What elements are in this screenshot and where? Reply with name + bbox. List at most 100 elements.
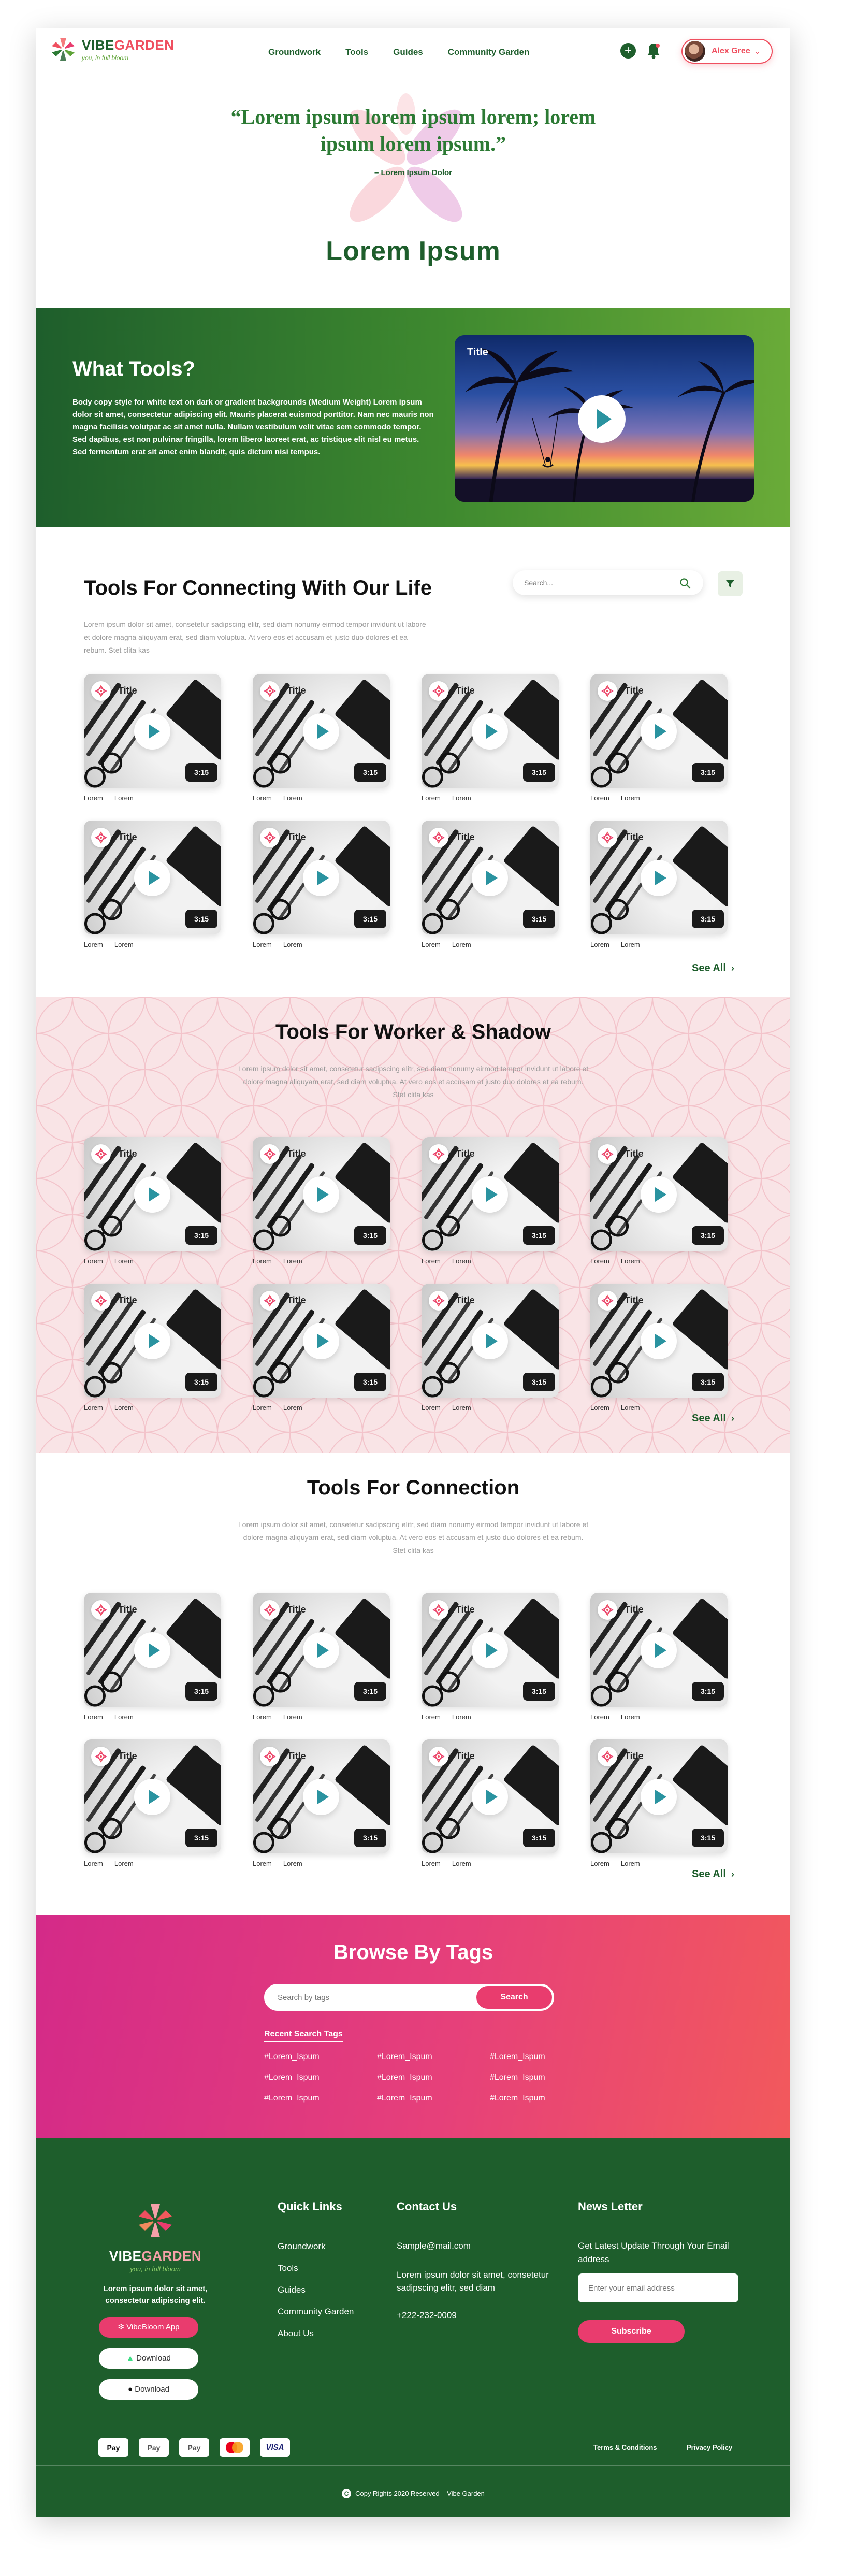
- tool-card-title: Title: [625, 832, 644, 842]
- tool-card[interactable]: Title 3:15 Lorem Lorem: [590, 821, 728, 948]
- tool-card[interactable]: Title 3:15 Lorem Lorem: [84, 1284, 221, 1412]
- tool-card[interactable]: Title 3:15 Lorem Lorem: [84, 674, 221, 802]
- brand-logo[interactable]: VIBEGARDEN you, in full bloom: [49, 35, 174, 64]
- terms-link[interactable]: Terms & Conditions: [593, 2443, 657, 2451]
- tool-card[interactable]: Title 3:15 Lorem Lorem: [422, 1284, 559, 1412]
- play-icon[interactable]: [472, 1323, 508, 1359]
- section-title: Tools For Worker & Shadow: [275, 1020, 551, 1043]
- tool-card[interactable]: Title 3:15 Lorem Lorem: [422, 821, 559, 948]
- add-button[interactable]: +: [620, 43, 636, 59]
- nav-link-guides[interactable]: Guides: [393, 47, 423, 57]
- play-icon[interactable]: [303, 1779, 339, 1815]
- play-icon[interactable]: [303, 1176, 339, 1213]
- page-frame: VIBEGARDEN you, in full bloom Groundwork…: [36, 28, 790, 2517]
- tag-search-button[interactable]: Search: [476, 1986, 552, 2009]
- play-icon[interactable]: [641, 713, 677, 750]
- tag-link[interactable]: #Lorem_Ispum: [264, 2073, 377, 2082]
- see-all-label: See All: [692, 1868, 726, 1880]
- tool-card-meta: Lorem Lorem: [84, 1257, 134, 1265]
- footer-link-guides[interactable]: Guides: [278, 2285, 354, 2295]
- tool-card[interactable]: Title 3:15 Lorem Lorem: [253, 1137, 390, 1265]
- nav-link-groundwork[interactable]: Groundwork: [268, 47, 321, 57]
- nav-link-community-garden[interactable]: Community Garden: [448, 47, 530, 57]
- play-icon[interactable]: [472, 1632, 508, 1668]
- play-icon[interactable]: [472, 1176, 508, 1213]
- tool-card[interactable]: Title 3:15 Lorem Lorem: [253, 1739, 390, 1867]
- play-icon[interactable]: [134, 1632, 170, 1668]
- tag-link[interactable]: #Lorem_Ispum: [377, 2073, 490, 2082]
- play-icon[interactable]: [134, 1779, 170, 1815]
- play-icon[interactable]: [134, 860, 170, 896]
- see-all-link[interactable]: See All ›: [692, 1868, 734, 1880]
- tool-card[interactable]: Title 3:15 Lorem Lorem: [422, 1593, 559, 1721]
- play-icon[interactable]: [641, 1176, 677, 1213]
- tag-link[interactable]: #Lorem_Ispum: [490, 2094, 603, 2103]
- play-icon[interactable]: [472, 1779, 508, 1815]
- tool-card[interactable]: Title 3:15 Lorem Lorem: [253, 821, 390, 948]
- play-icon[interactable]: [134, 1176, 170, 1213]
- tool-card[interactable]: Title 3:15 Lorem Lorem: [590, 1137, 728, 1265]
- see-all-link[interactable]: See All ›: [692, 1413, 734, 1424]
- meta-label: Lorem: [84, 1860, 103, 1867]
- tool-card[interactable]: Title 3:15 Lorem Lorem: [253, 1593, 390, 1721]
- contact-phone[interactable]: +222-232-0009: [397, 2309, 457, 2322]
- tag-link[interactable]: #Lorem_Ispum: [264, 2094, 377, 2103]
- tool-card[interactable]: Title 3:15 Lorem Lorem: [590, 1284, 728, 1412]
- privacy-link[interactable]: Privacy Policy: [687, 2443, 732, 2451]
- search-input[interactable]: [524, 570, 669, 595]
- tool-card[interactable]: Title 3:15 Lorem Lorem: [590, 1739, 728, 1867]
- footer-logo[interactable]: VIBEGARDEN you, in full bloom: [98, 2200, 212, 2273]
- tag-link[interactable]: #Lorem_Ispum: [264, 2052, 377, 2062]
- play-icon[interactable]: [303, 860, 339, 896]
- contact-email[interactable]: Sample@mail.com: [397, 2239, 471, 2252]
- tool-card[interactable]: Title 3:15 Lorem Lorem: [590, 674, 728, 802]
- footer-link-tools[interactable]: Tools: [278, 2263, 354, 2273]
- filter-button[interactable]: [718, 571, 743, 596]
- tool-card[interactable]: Title 3:15 Lorem Lorem: [84, 1739, 221, 1867]
- tag-link[interactable]: #Lorem_Ispum: [377, 2094, 490, 2103]
- meta-label: Lorem: [620, 1404, 640, 1412]
- footer-link-about-us[interactable]: About Us: [278, 2328, 354, 2339]
- tool-card[interactable]: Title 3:15 Lorem Lorem: [422, 1137, 559, 1265]
- see-all-link[interactable]: See All ›: [692, 962, 734, 974]
- play-icon[interactable]: [303, 1632, 339, 1668]
- play-icon[interactable]: [641, 1632, 677, 1668]
- tool-card[interactable]: Title 3:15 Lorem Lorem: [84, 1593, 221, 1721]
- play-icon[interactable]: [472, 860, 508, 896]
- download-android-button[interactable]: ▲ Download: [99, 2348, 198, 2369]
- tool-card[interactable]: Title 3:15 Lorem Lorem: [590, 1593, 728, 1721]
- search-icon[interactable]: [679, 578, 691, 589]
- tag-link[interactable]: #Lorem_Ispum: [490, 2052, 603, 2062]
- featured-video[interactable]: Title: [455, 335, 754, 502]
- tag-link[interactable]: #Lorem_Ispum: [490, 2073, 603, 2082]
- play-icon[interactable]: [303, 713, 339, 750]
- play-icon[interactable]: [303, 1323, 339, 1359]
- play-icon[interactable]: [641, 1323, 677, 1359]
- tool-card[interactable]: Title 3:15 Lorem Lorem: [84, 1137, 221, 1265]
- newsletter-email-input[interactable]: [578, 2273, 738, 2302]
- tag-link[interactable]: #Lorem_Ispum: [377, 2052, 490, 2062]
- tool-card[interactable]: Title 3:15 Lorem Lorem: [422, 1739, 559, 1867]
- play-icon[interactable]: [641, 1779, 677, 1815]
- meta-label: Lorem: [84, 1713, 103, 1721]
- play-icon[interactable]: [134, 713, 170, 750]
- tool-card-title: Title: [287, 1604, 306, 1615]
- footer-link-groundwork[interactable]: Groundwork: [278, 2241, 354, 2252]
- nav-link-tools[interactable]: Tools: [345, 47, 368, 57]
- play-icon[interactable]: [134, 1323, 170, 1359]
- footer-link-community-garden[interactable]: Community Garden: [278, 2307, 354, 2317]
- download-ios-button[interactable]: ● Download: [99, 2379, 198, 2400]
- tool-card[interactable]: Title 3:15 Lorem Lorem: [84, 821, 221, 948]
- user-menu-button[interactable]: Alex Gree ⌄: [681, 39, 773, 64]
- tool-card[interactable]: Title 3:15 Lorem Lorem: [253, 1284, 390, 1412]
- play-icon[interactable]: [578, 395, 626, 443]
- play-icon[interactable]: [472, 713, 508, 750]
- tag-search-input[interactable]: [278, 1985, 464, 2010]
- flower-badge-icon: [429, 1291, 448, 1311]
- tool-card[interactable]: Title 3:15 Lorem Lorem: [422, 674, 559, 802]
- subscribe-button[interactable]: Subscribe: [578, 2320, 685, 2343]
- play-icon[interactable]: [641, 860, 677, 896]
- tool-card[interactable]: Title 3:15 Lorem Lorem: [253, 674, 390, 802]
- bell-icon[interactable]: [646, 42, 661, 60]
- app-button[interactable]: ✻ VibeBloom App: [99, 2317, 198, 2338]
